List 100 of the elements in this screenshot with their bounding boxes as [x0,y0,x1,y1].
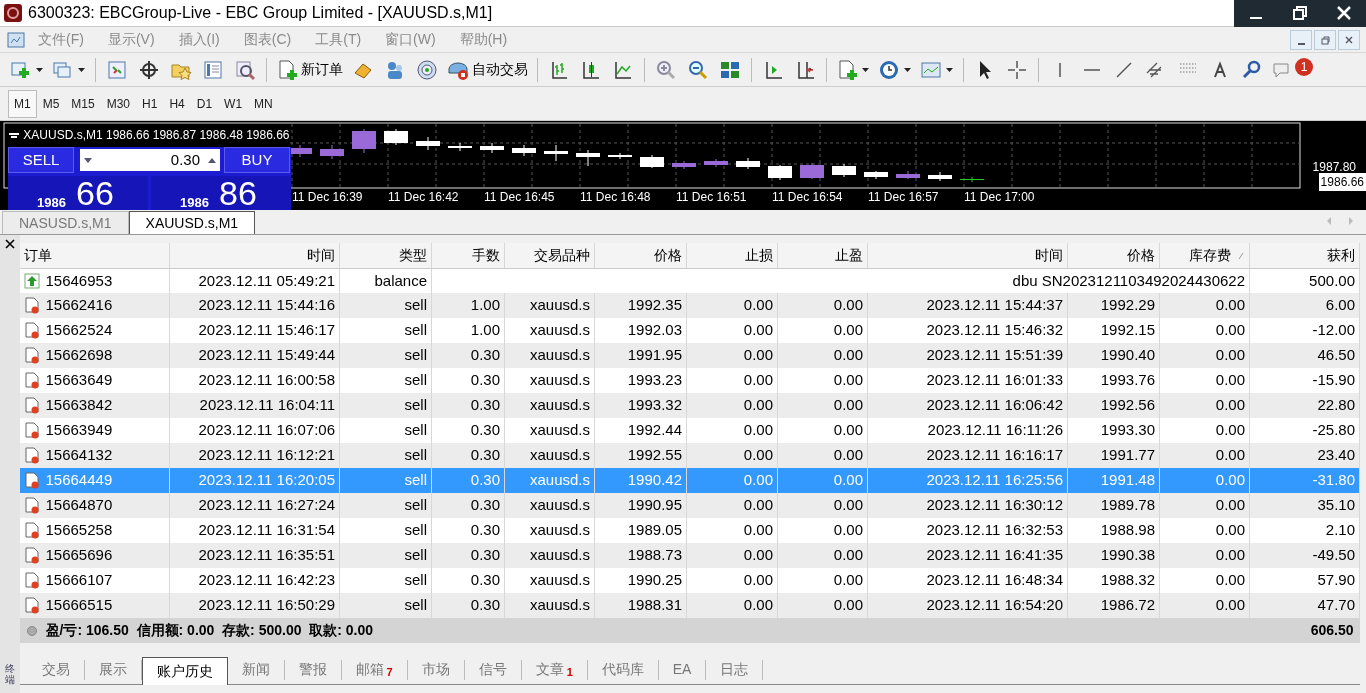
close-icon[interactable] [4,239,15,249]
close-button[interactable] [1338,29,1360,50]
terminal-tab[interactable]: 信号 [464,660,522,680]
table-row[interactable]: 15666515 2023.12.11 16:50:29 sell 0.30 xauusd.s 1988.31 0.00 0.00 2023.12.11 16:54:20 1986.72 0.00 47.70 [19,593,1360,618]
list-panel-icon[interactable] [202,58,224,81]
minimize-button[interactable] [1290,29,1312,50]
candlestick [928,171,952,182]
table-cell: 2023.12.11 16:12:21 [169,443,340,468]
ohlc-values: 1986.66 1986.87 1986.48 1986.66 [106,128,290,142]
table-cell: 0.00 [1159,343,1250,368]
candlestick [480,142,504,154]
candlestick [768,164,792,181]
timeframe-button[interactable]: M1 [8,89,37,118]
price-axis-label: 1986.66 [1318,173,1366,191]
lot-size-field[interactable]: 0.30 [80,149,220,171]
column-header[interactable]: 止盈 [777,243,868,268]
buy-button[interactable]: BUY [224,147,290,173]
terminal-tab[interactable]: 交易 [27,660,85,680]
timeframe-button[interactable]: D1 [190,89,219,118]
column-header[interactable]: 时间 [169,243,340,268]
column-header[interactable]: 止损 [686,243,778,268]
timeframe-button[interactable]: W1 [218,89,249,118]
table-cell: xauusd.s [504,543,595,568]
table-cell: 0.30 [431,343,505,368]
column-header[interactable]: 交易品种 [504,243,595,268]
candlestick [576,149,600,167]
table-cell: 2023.12.11 16:35:51 [169,543,340,568]
terminal-tab[interactable]: 代码库 [587,660,659,680]
column-header[interactable]: 订单 [19,243,170,268]
column-header[interactable]: 时间 [867,243,1068,268]
magnifier-icon[interactable] [234,58,256,81]
caret-icon [903,66,912,73]
time-axis-label: 11 Dec 16:39 [292,189,363,206]
table-cell: 2023.12.11 15:49:44 [169,343,340,368]
candlestick [832,163,856,178]
app-logo-icon [4,4,22,22]
terminal-tab[interactable]: 邮箱 7 [341,660,408,680]
timeframe-button[interactable]: MN [248,89,279,118]
document-icon [23,447,40,464]
terminal-tab[interactable]: EA [658,660,707,680]
new-order-button[interactable]: 新订单 [274,55,345,84]
table-cell: 1988.31 [594,593,687,618]
terminal-tab[interactable]: 新闻 [227,660,285,680]
table-cell: xauusd.s [504,493,595,518]
column-header[interactable]: 价格 [594,243,687,268]
terminal-tab[interactable]: 展示 [84,660,142,680]
candlestick [960,176,984,183]
up-arrow-icon [23,272,40,289]
table-cell: 1990.95 [594,493,687,518]
candlestick [544,144,568,162]
timeframe-button[interactable]: H1 [136,89,164,118]
candlestick [448,142,472,152]
column-header[interactable]: 获利 [1249,243,1360,268]
bid-price[interactable]: 1986 66 [8,176,148,210]
table-cell: sell [339,443,432,468]
ask-price[interactable]: 1986 86 [151,176,291,210]
table-row[interactable]: 15663842 2023.12.11 16:04:11 sell 0.30 xauusd.s 1993.32 0.00 0.00 2023.12.11 16:06:42 1992.56 0.00 22.80 [19,393,1360,418]
search-icon[interactable] [1241,58,1263,81]
terminal-tab[interactable]: 警报 [284,660,342,680]
terminal-tab[interactable]: 账户历史 [141,657,228,685]
table-cell: 2023.12.11 15:51:39 [867,343,1068,368]
sell-button[interactable]: SELL [8,147,74,173]
column-header[interactable]: 类型 [339,243,432,268]
time-axis-label: 11 Dec 16:57 [868,189,939,206]
clock-icon[interactable] [878,58,900,81]
table-cell: 2023.12.11 16:27:24 [169,493,340,518]
minimize-icon [1297,42,1305,45]
table-cell: 0.30 [431,543,505,568]
table-row[interactable]: 15665696 2023.12.11 16:35:51 sell 0.30 xauusd.s 1988.73 0.00 0.00 2023.12.11 16:41:35 1990.38 0.00 -49.50 [19,543,1360,568]
table-row[interactable]: 15664132 2023.12.11 16:12:21 sell 0.30 xauusd.s 1992.55 0.00 0.00 2023.12.11 16:16:17 1991.77 0.00 23.40 [19,443,1360,468]
column-header[interactable]: 库存费 [1159,243,1250,268]
auto-trading-button[interactable]: 自动交易 [445,55,530,84]
timeframe-button[interactable]: H4 [163,89,191,118]
zoom-in-icon[interactable] [655,58,677,81]
table-row[interactable]: 15664870 2023.12.11 16:27:24 sell 0.30 xauusd.s 1990.95 0.00 0.00 2023.12.11 16:30:12 1989.78 0.00 35.10 [19,493,1360,518]
table-row[interactable]: 15662698 2023.12.11 15:49:44 sell 0.30 xauusd.s 1991.95 0.00 0.00 2023.12.11 15:51:39 1990.40 0.00 46.50 [19,343,1360,368]
table-cell: 0.00 [1159,443,1250,468]
chart-tab[interactable]: XAUUSD.s,M1 [128,211,256,234]
terminal-tab[interactable]: 市场 [407,660,465,680]
terminal-tab[interactable]: 日志 [706,660,764,680]
table-cell: 1992.35 [594,293,687,318]
table-cell: sell [339,543,432,568]
column-header[interactable]: 价格 [1067,243,1160,268]
document-icon [23,297,40,314]
market-watch-icon[interactable] [106,58,128,81]
table-row[interactable]: 15662416 2023.12.11 15:44:16 sell 1.00 xauusd.s 1992.35 0.00 0.00 2023.12.11 15:44:37 1992.29 0.00 6.00 [19,293,1360,318]
table-cell: 2023.12.11 16:30:12 [867,493,1068,518]
zoom-out-icon[interactable] [687,58,709,81]
chart-tab[interactable]: NASUSD.s,M1 [2,211,129,234]
add-indicator-icon[interactable] [836,58,858,81]
table-cell: 22.80 [1249,393,1360,418]
close-icon [1337,6,1351,20]
crosshair-tool-icon[interactable] [1006,58,1028,81]
timeframe-button[interactable]: M30 [100,89,137,118]
crosshair-icon[interactable] [138,58,160,81]
terminal-tab[interactable]: 文章 1 [521,660,588,680]
timeframe-button[interactable]: M5 [36,89,66,118]
table-cell: 0.00 [686,343,778,368]
column-header[interactable]: 手数 [431,243,505,268]
timeframe-button[interactable]: M15 [65,89,101,118]
